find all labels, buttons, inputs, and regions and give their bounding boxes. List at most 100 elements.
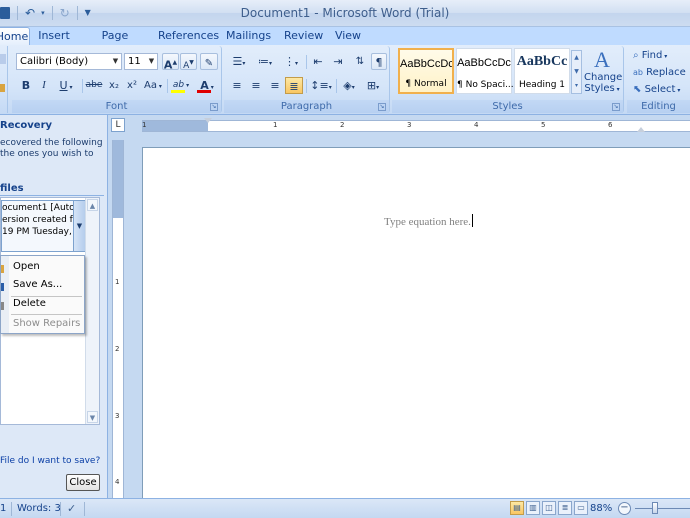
font-color-button[interactable]: A ▾ (195, 77, 219, 94)
zoom-slider-track[interactable] (635, 508, 690, 509)
scroll-down-icon[interactable]: ▼ (87, 411, 98, 423)
document-page[interactable]: Type equation here. (142, 147, 690, 498)
web-layout-view-icon[interactable]: ◫ (542, 501, 556, 515)
center-button[interactable]: ≡ (247, 77, 265, 94)
ribbon-separator (167, 79, 168, 93)
outline-view-icon[interactable]: ≣ (558, 501, 572, 515)
increase-indent-icon: ⇥ (333, 55, 343, 68)
tab-insert[interactable]: Insert (37, 27, 71, 45)
tab-selector[interactable]: L (111, 118, 125, 132)
decrease-indent-button[interactable]: ⇤ (309, 53, 327, 70)
gallery-down-icon[interactable]: ▼ (572, 65, 581, 79)
decrease-indent-icon: ⇤ (313, 55, 323, 68)
find-button[interactable]: ⌕ Find ▾ (633, 50, 667, 64)
zoom-slider-thumb[interactable] (652, 502, 658, 514)
status-separator (11, 502, 12, 516)
paste-options-icon[interactable] (0, 54, 6, 64)
italic-button[interactable]: I (36, 77, 52, 94)
vertical-ruler[interactable]: 1 2 3 4 (112, 140, 124, 498)
menu-item-delete[interactable]: Delete (13, 298, 46, 309)
editing-group: ⌕ Find ▾ ab Replace ⬉ Select ▾ Editing (627, 46, 690, 113)
gallery-up-icon[interactable]: ▲ (572, 51, 581, 65)
bold-button[interactable]: B (18, 77, 34, 94)
clear-formatting-button[interactable]: ✎ (200, 53, 218, 70)
menu-item-open[interactable]: Open (13, 261, 40, 272)
menu-item-save-as[interactable]: Save As... (13, 279, 62, 290)
equation-placeholder[interactable]: Type equation here. (384, 214, 473, 228)
format-painter-icon[interactable] (0, 84, 5, 92)
change-case-button[interactable]: Aa ▾ (142, 77, 164, 94)
shrink-font-button[interactable]: A▼ (180, 53, 197, 71)
replace-button[interactable]: ab Replace (633, 67, 686, 81)
full-screen-reading-view-icon[interactable]: ▥ (526, 501, 540, 515)
section-indicator[interactable]: 1 (0, 503, 6, 514)
borders-button[interactable]: ⊞▾ (362, 77, 384, 94)
status-separator (84, 502, 85, 516)
ribbon-separator (306, 79, 307, 93)
multilevel-list-button[interactable]: ⋮▾ (280, 53, 302, 70)
ribbon-separator (306, 55, 307, 69)
file-list-scrollbar[interactable]: ▲ ▼ (85, 198, 99, 424)
right-indent-marker[interactable] (637, 127, 645, 132)
tab-review[interactable]: Review (284, 27, 323, 45)
proofing-icon[interactable]: ✓ (67, 502, 76, 515)
tab-references[interactable]: References (158, 27, 219, 45)
tab-mailings[interactable]: Mailings (226, 27, 271, 45)
align-right-button[interactable]: ≡ (266, 77, 284, 94)
align-left-button[interactable]: ≡ (228, 77, 246, 94)
underline-icon: U (59, 79, 68, 92)
first-line-indent-marker[interactable] (204, 118, 212, 123)
chevron-down-icon[interactable]: ▼ (73, 201, 85, 251)
paragraph-dialog-launcher-icon[interactable]: ↘ (378, 103, 386, 111)
paragraph-group-label: Paragraph (224, 100, 389, 113)
change-styles-button[interactable]: A Change Styles ▾ (584, 48, 622, 98)
draft-view-icon[interactable]: ▭ (574, 501, 588, 515)
show-hide-button[interactable]: ¶ (371, 53, 387, 70)
style-no-spacing[interactable]: AaBbCcDc ¶ No Spaci... (456, 48, 514, 94)
tab-home[interactable]: Home (0, 27, 30, 46)
increase-indent-button[interactable]: ⇥ (329, 53, 347, 70)
underline-button[interactable]: U ▾ (55, 77, 77, 94)
ruler-number: 1 (142, 121, 147, 129)
font-size-combo[interactable]: 11 ▼ (124, 53, 158, 70)
ruler-body: 1 1 2 3 4 5 6 (142, 118, 690, 132)
line-spacing-button[interactable]: ↕≡▾ (309, 77, 333, 94)
close-button[interactable]: Close (66, 474, 100, 491)
style-heading-1[interactable]: AaBbCc Heading 1 (514, 48, 570, 94)
title-bar: ↶ ▾ ↻ ▼ Document1 - Microsoft Word (Tria… (0, 0, 690, 27)
sort-button[interactable]: ⇅ (351, 53, 369, 70)
highlight-button[interactable]: ab ▾ (169, 77, 193, 94)
bullets-button[interactable]: ☰▾ (228, 53, 250, 70)
available-files-heading: files (0, 183, 24, 194)
select-button[interactable]: ⬉ Select ▾ (633, 84, 680, 98)
font-dialog-launcher-icon[interactable]: ↘ (210, 103, 218, 111)
zoom-level[interactable]: 88% (590, 503, 612, 514)
change-case-icon: Aa (144, 80, 158, 91)
font-name-combo[interactable]: Calibri (Body) ▼ (16, 53, 122, 70)
center-icon: ≡ (251, 79, 261, 92)
horizontal-ruler[interactable]: 1 1 2 3 4 5 6 (128, 118, 690, 134)
which-file-help-link[interactable]: File do I want to save? (0, 456, 100, 466)
zoom-minus-icon[interactable]: − (618, 502, 631, 515)
tab-view[interactable]: View (334, 27, 362, 45)
scroll-up-icon[interactable]: ▲ (87, 199, 98, 211)
recovered-file-item[interactable]: ocument1 [Autosa ersion created from 19 … (1, 200, 85, 252)
subscript-button[interactable]: x₂ (106, 77, 122, 94)
tab-page-layout[interactable]: Page Layout (85, 27, 145, 60)
strikethrough-button[interactable]: abe (84, 77, 104, 94)
bullets-icon: ☰ (232, 55, 243, 68)
gallery-more-icon[interactable]: ▾ (572, 79, 581, 93)
grow-font-button[interactable]: A▲ (162, 53, 179, 72)
shading-button[interactable]: ◈▾ (338, 77, 360, 94)
justify-button[interactable]: ≣ (285, 77, 303, 94)
menu-item-show-repairs: Show Repairs (13, 318, 81, 329)
numbering-button[interactable]: ≔▾ (254, 53, 276, 70)
style-normal[interactable]: AaBbCcDc ¶ Normal (398, 48, 454, 94)
styles-dialog-launcher-icon[interactable]: ↘ (612, 103, 620, 111)
styles-gallery-scroll[interactable]: ▲ ▼ ▾ (571, 50, 582, 94)
word-count[interactable]: Words: 3 (17, 503, 61, 514)
chevron-down-icon[interactable]: ▼ (147, 55, 156, 68)
superscript-button[interactable]: x² (124, 77, 140, 94)
chevron-down-icon[interactable]: ▼ (111, 55, 120, 68)
print-layout-view-icon[interactable]: ▤ (510, 501, 524, 515)
